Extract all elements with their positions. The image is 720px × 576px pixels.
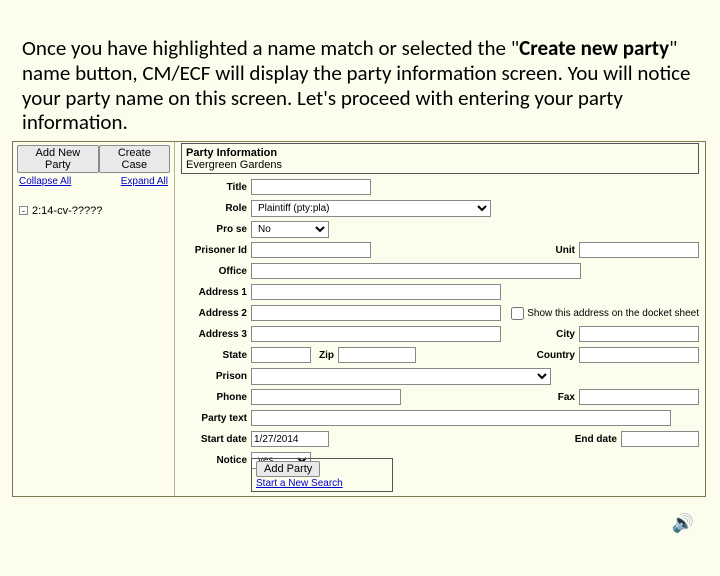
case-tree-row[interactable]: -2:14-cv-????? [17,205,170,217]
label-address2: Address 2 [181,308,251,319]
label-fax: Fax [550,392,579,403]
docket-address-checkbox[interactable] [511,307,524,320]
state-field[interactable] [251,347,311,363]
role-select[interactable]: Plaintiff (pty:pla) [251,200,491,217]
add-party-button[interactable]: Add Party [256,461,320,477]
label-unit: Unit [548,245,579,256]
address2-field[interactable] [251,305,501,321]
instructions-text: Once you have highlighted a name match o… [22,36,700,135]
party-name-display: Evergreen Gardens [186,159,694,171]
instr-bold: Create new party [519,35,669,61]
label-notice: Notice [181,455,251,466]
phone-field[interactable] [251,389,401,405]
speaker-icon: 🔊 [672,513,694,534]
label-start-date: Start date [181,434,251,445]
label-zip: Zip [311,350,338,361]
instr-pre: Once you have highlighted a name match o… [22,35,519,61]
prose-select[interactable]: No [251,221,329,238]
label-docket-checkbox: Show this address on the docket sheet [527,308,699,319]
label-end-date: End date [567,434,621,445]
end-date-field[interactable] [621,431,699,447]
expand-all-link[interactable]: Expand All [121,176,168,187]
office-field[interactable] [251,263,581,279]
party-info-header: Party Information [186,147,694,159]
unit-field[interactable] [579,242,699,258]
start-new-search-link[interactable]: Start a New Search [256,478,388,489]
label-country: Country [529,350,579,361]
party-info-panel: Add New Party Create Case Collapse All E… [12,141,706,497]
case-number: 2:14-cv-????? [32,205,102,217]
start-date-field[interactable] [251,431,329,447]
label-office: Office [181,266,251,277]
label-address1: Address 1 [181,287,251,298]
address3-field[interactable] [251,326,501,342]
party-form: Party Information Evergreen Gardens Titl… [175,142,705,496]
label-phone: Phone [181,392,251,403]
fax-field[interactable] [579,389,699,405]
label-party-text: Party text [181,413,251,424]
label-prose: Pro se [181,224,251,235]
prisoner-id-field[interactable] [251,242,371,258]
label-prisoner-id: Prisoner Id [181,245,251,256]
party-info-box: Party Information Evergreen Gardens [181,143,699,174]
title-field[interactable] [251,179,371,195]
collapse-all-link[interactable]: Collapse All [19,176,71,187]
address1-field[interactable] [251,284,501,300]
zip-field[interactable] [338,347,416,363]
tree-toggle-icon[interactable]: - [19,206,28,215]
label-title: Title [181,182,251,193]
label-role: Role [181,203,251,214]
create-case-button[interactable]: Create Case [99,145,170,173]
country-field[interactable] [579,347,699,363]
label-state: State [181,350,251,361]
label-address3: Address 3 [181,329,251,340]
action-box: Add Party Start a New Search [251,458,393,492]
party-text-field[interactable] [251,410,671,426]
left-column: Add New Party Create Case Collapse All E… [13,142,175,496]
label-prison: Prison [181,371,251,382]
city-field[interactable] [579,326,699,342]
add-new-party-button[interactable]: Add New Party [17,145,99,173]
label-city: City [548,329,579,340]
prison-select[interactable] [251,368,551,385]
